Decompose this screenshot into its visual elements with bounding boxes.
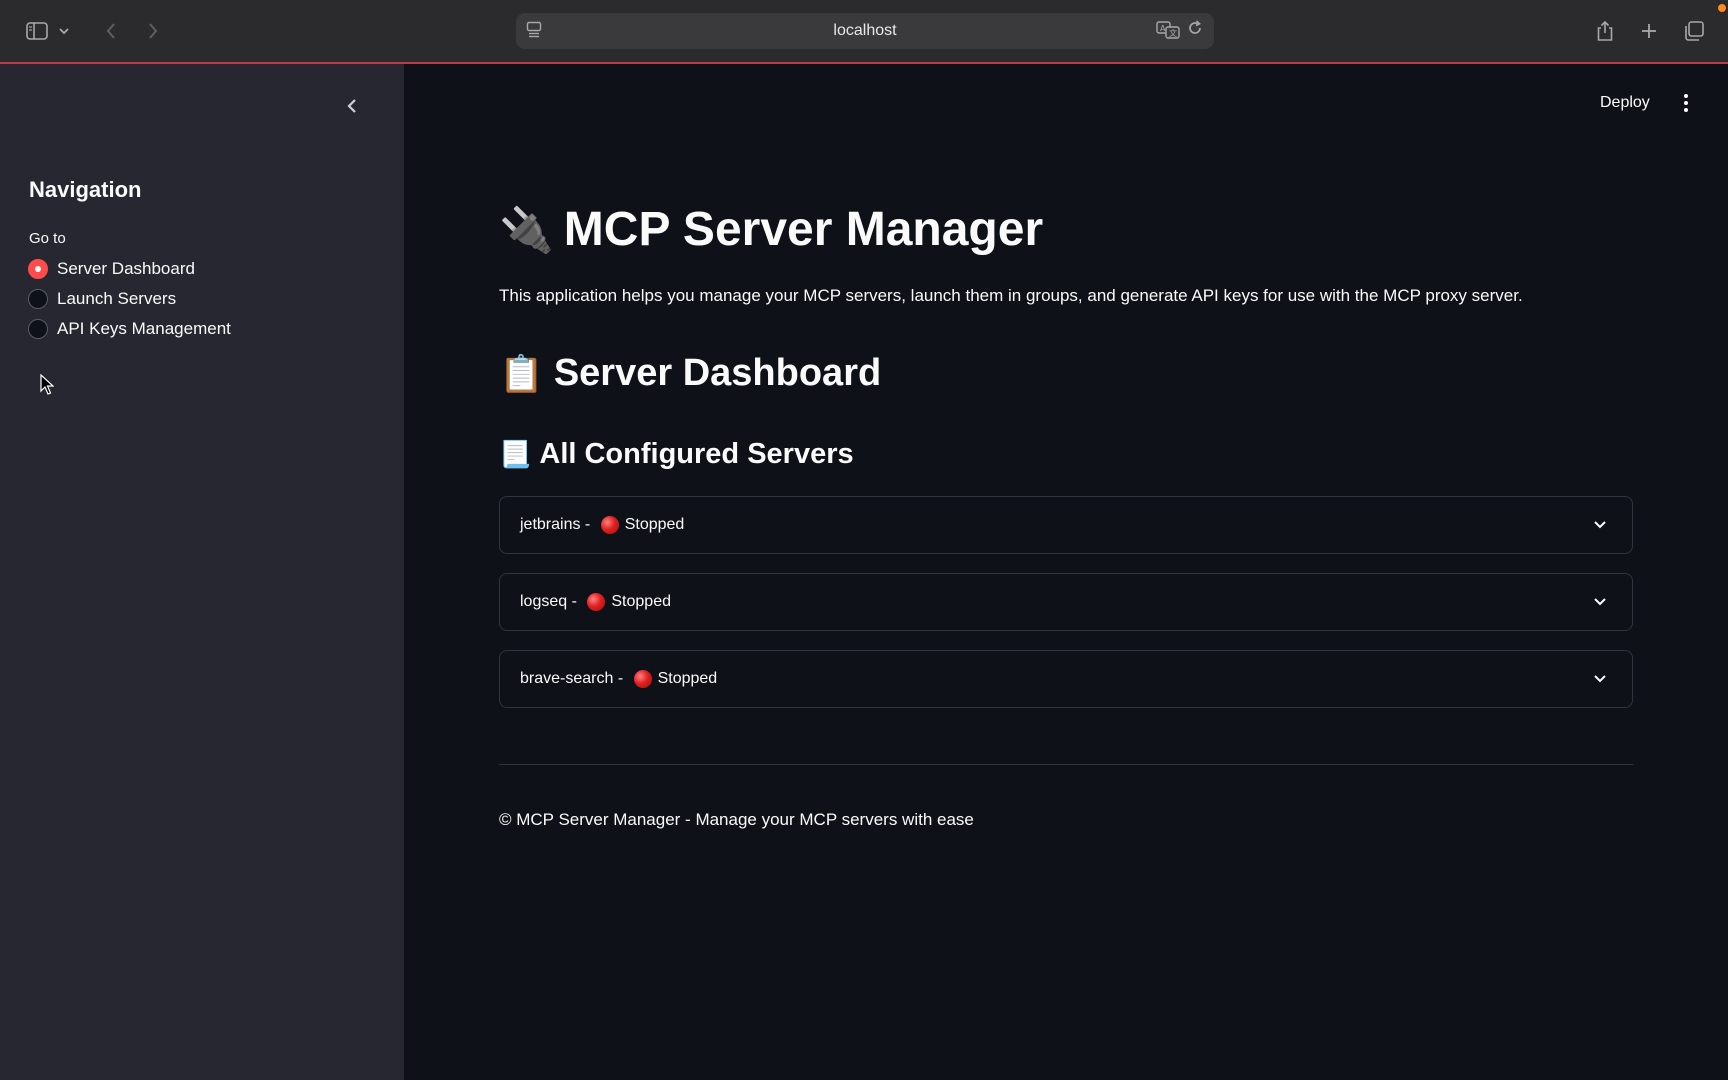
sidebar-toggle-icon[interactable] xyxy=(20,14,54,48)
navigation-radio-group: Server Dashboard Launch Servers API Keys… xyxy=(28,254,231,344)
radio-unselected-icon[interactable] xyxy=(28,319,48,339)
red-circle-icon xyxy=(600,516,619,534)
radio-launch-servers[interactable]: Launch Servers xyxy=(28,284,231,314)
section-title-text: Server Dashboard xyxy=(553,352,882,394)
intro-text: This application helps you manage your M… xyxy=(499,286,1523,305)
server-status: Stopped xyxy=(624,516,685,533)
plus-icon[interactable] xyxy=(1632,14,1666,48)
server-expander-logseq[interactable]: logseq - Stopped xyxy=(499,573,1633,631)
collapse-sidebar-icon[interactable] xyxy=(340,94,364,118)
translate-icon[interactable]: A文 xyxy=(1156,20,1180,45)
server-status: Stopped xyxy=(611,593,671,610)
chevron-down-icon[interactable] xyxy=(1590,668,1610,688)
radio-unselected-icon[interactable] xyxy=(28,289,48,309)
server-expander-jetbrains[interactable]: jetbrains - Stopped xyxy=(499,496,1633,554)
main-content: Deploy 🔌 MCP Server Manager This applica… xyxy=(404,64,1728,1080)
forward-arrow-icon[interactable] xyxy=(136,14,170,48)
section-title: 📋 Server Dashboard xyxy=(499,352,881,395)
chevron-down-icon[interactable] xyxy=(54,14,74,48)
tabs-overview-icon[interactable] xyxy=(1677,14,1711,48)
address-bar[interactable]: localhost A文 xyxy=(516,13,1214,49)
red-circle-icon xyxy=(587,593,606,611)
deploy-button[interactable]: Deploy xyxy=(1600,94,1650,112)
page-curl-icon: 📃 xyxy=(499,439,532,469)
subsection-title-text: All Configured Servers xyxy=(539,438,854,470)
chevron-down-icon[interactable] xyxy=(1590,514,1610,534)
radio-label: Server Dashboard xyxy=(57,259,195,278)
share-icon[interactable] xyxy=(1588,14,1622,48)
chevron-down-icon[interactable] xyxy=(1590,591,1610,611)
separator: - xyxy=(613,670,628,687)
divider xyxy=(499,764,1633,765)
url-text: localhost xyxy=(833,22,897,39)
back-arrow-icon[interactable] xyxy=(94,14,128,48)
radio-group-label: Go to xyxy=(29,230,66,247)
page-menu-icon[interactable] xyxy=(526,21,542,44)
clipboard-icon: 📋 xyxy=(499,352,544,394)
server-expander-brave-search[interactable]: brave-search - Stopped xyxy=(499,650,1633,708)
plug-icon: 🔌 xyxy=(499,205,554,255)
footer-text: © MCP Server Manager - Manage your MCP s… xyxy=(499,810,974,829)
radio-server-dashboard[interactable]: Server Dashboard xyxy=(28,254,231,284)
page-title-text: MCP Server Manager xyxy=(563,203,1044,256)
server-name: logseq xyxy=(520,593,568,610)
notification-dot xyxy=(1718,4,1726,12)
red-circle-icon xyxy=(633,670,652,688)
separator: - xyxy=(580,516,595,533)
main-menu-icon[interactable] xyxy=(1676,90,1696,116)
server-name: brave-search xyxy=(520,670,614,687)
server-status: Stopped xyxy=(657,670,718,687)
radio-label: API Keys Management xyxy=(57,319,231,338)
mouse-cursor-icon xyxy=(40,374,54,395)
sidebar: Navigation Go to Server Dashboard Launch… xyxy=(0,64,404,1080)
reload-icon[interactable] xyxy=(1186,19,1204,42)
browser-toolbar: localhost A文 xyxy=(0,0,1728,64)
radio-selected-icon[interactable] xyxy=(28,259,48,279)
svg-text:A: A xyxy=(1160,24,1166,33)
page-title: 🔌 MCP Server Manager xyxy=(499,202,1043,257)
server-name: jetbrains xyxy=(520,516,581,533)
separator: - xyxy=(567,593,582,610)
radio-api-keys-management[interactable]: API Keys Management xyxy=(28,314,231,344)
svg-text:文: 文 xyxy=(1169,28,1177,38)
radio-label: Launch Servers xyxy=(57,289,177,308)
subsection-title: 📃 All Configured Servers xyxy=(499,438,854,471)
sidebar-title: Navigation xyxy=(29,177,142,202)
